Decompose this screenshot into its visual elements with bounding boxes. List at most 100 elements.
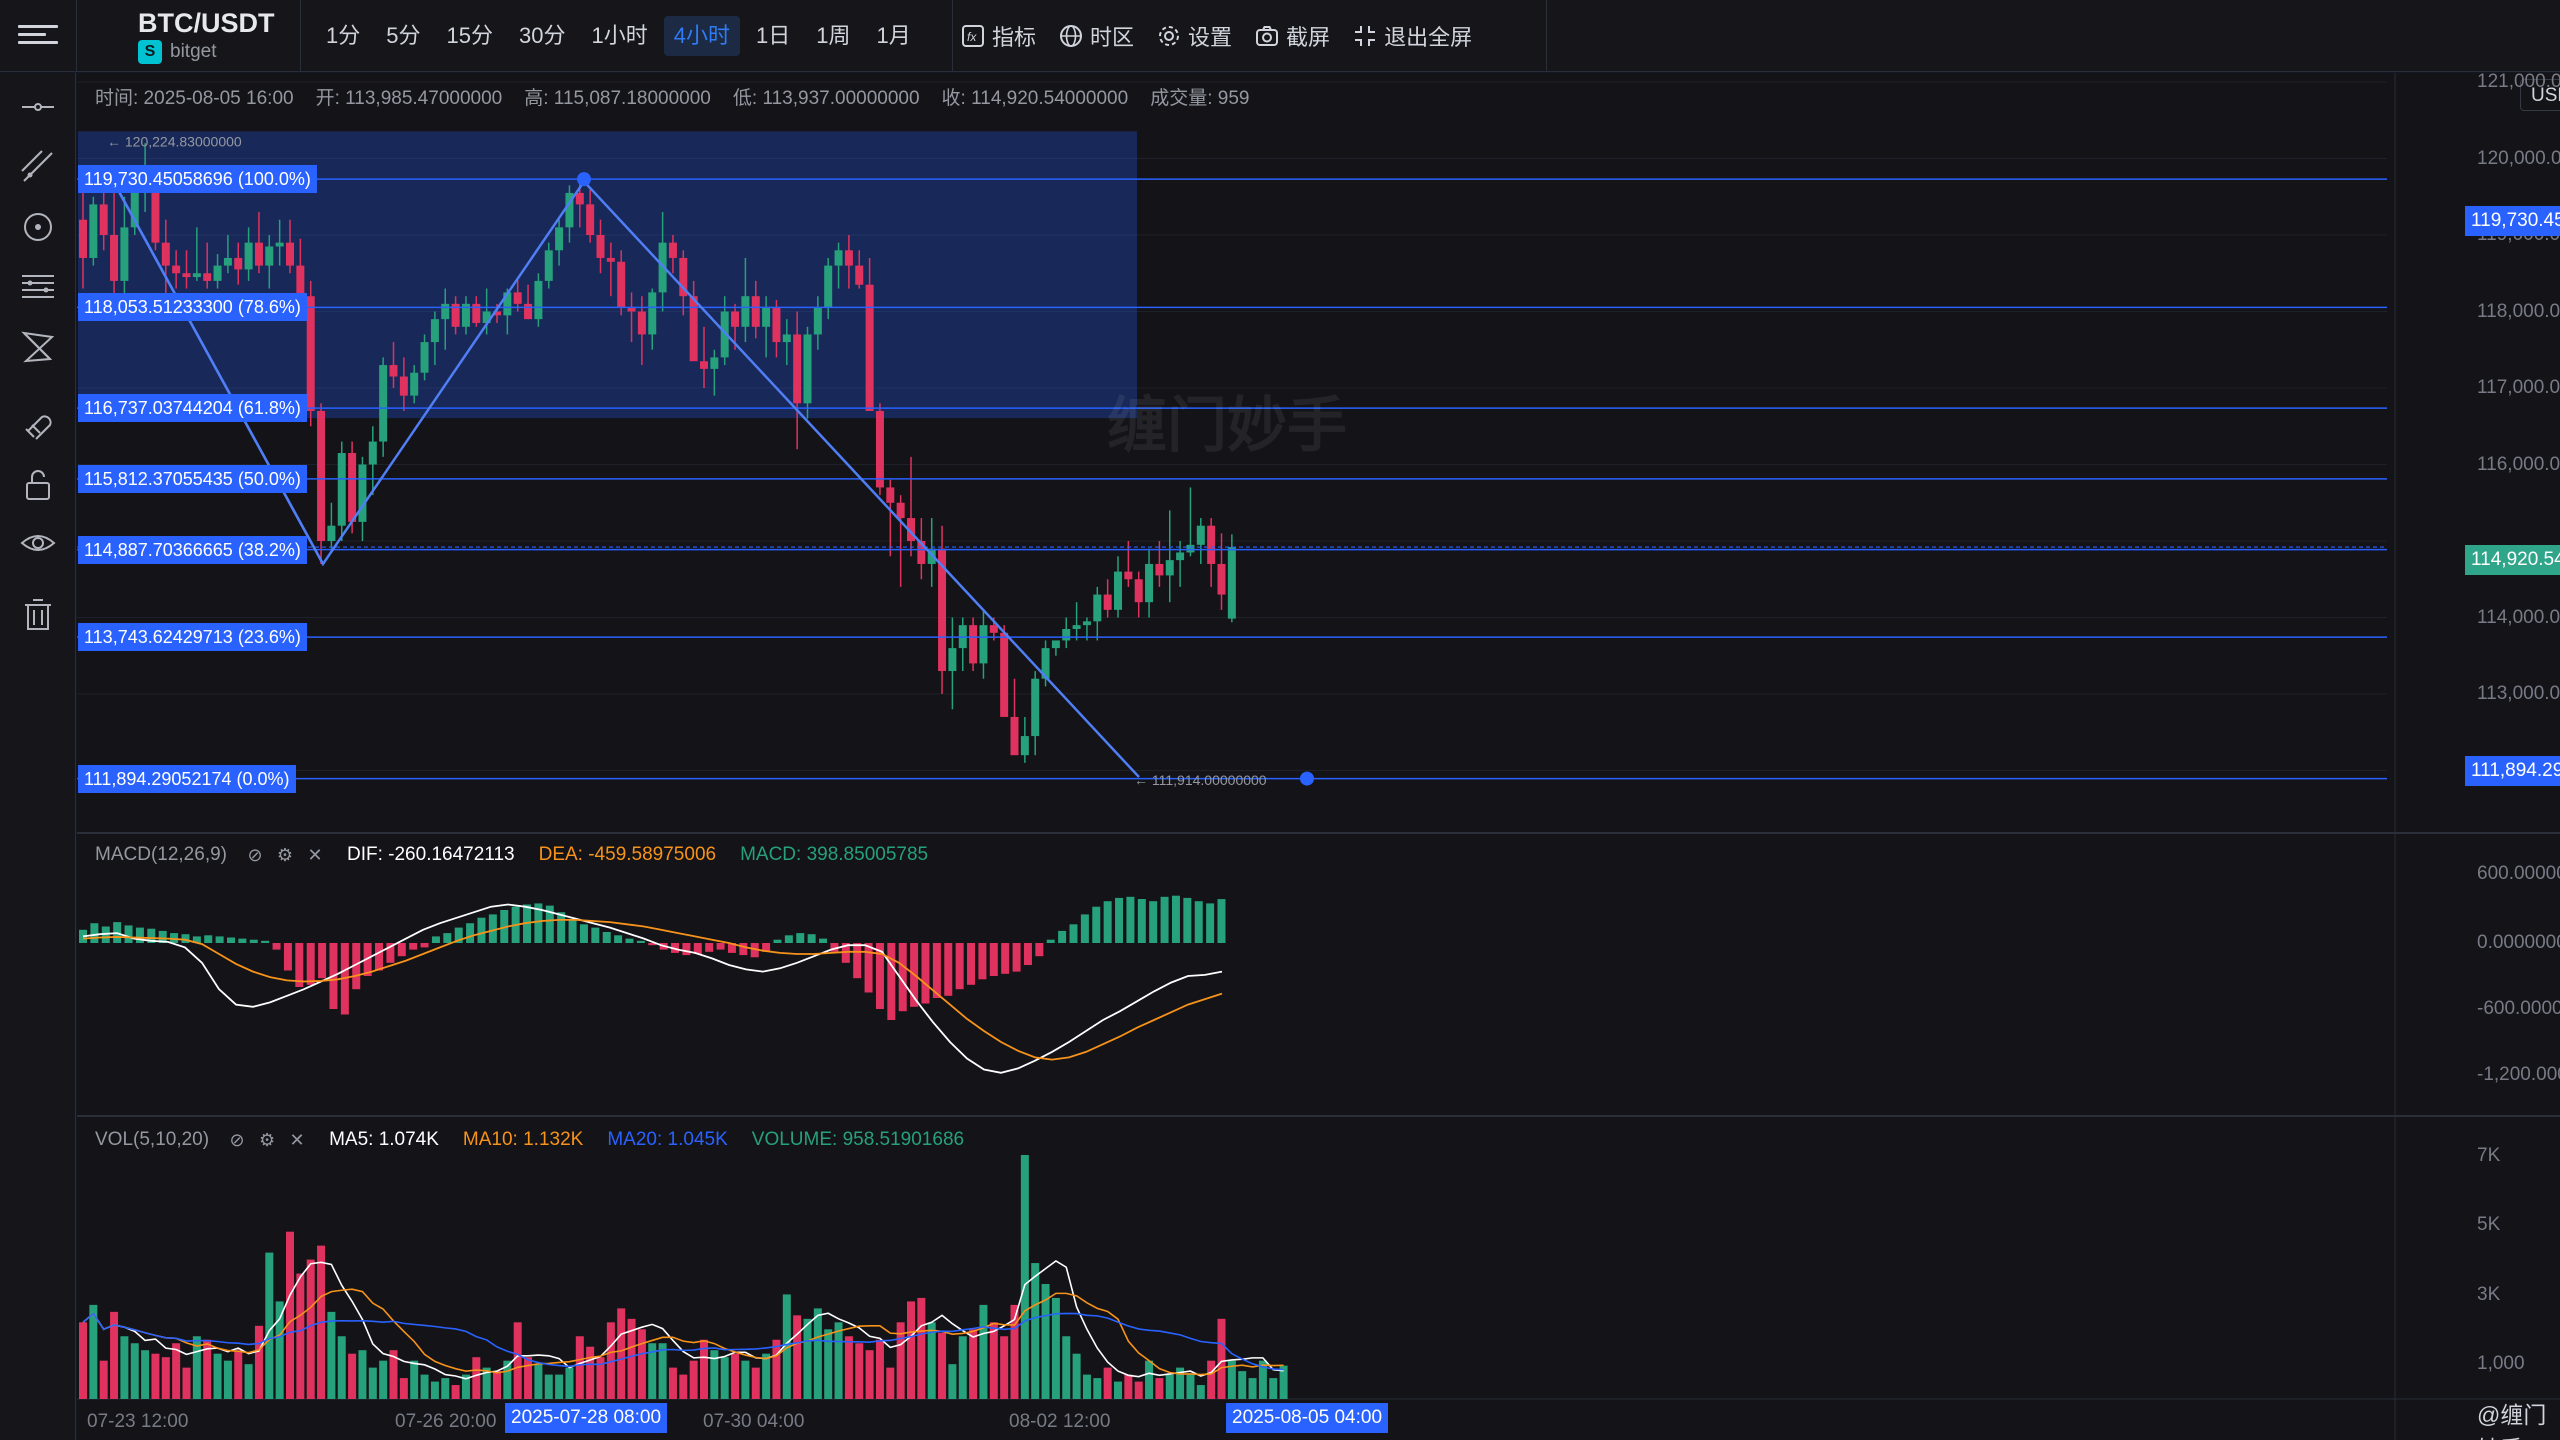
eye-icon[interactable]	[18, 523, 58, 563]
macd-bar	[1046, 939, 1055, 943]
candle-body	[575, 192, 584, 205]
interval-tab[interactable]: 1日	[746, 16, 800, 56]
volume-bar	[286, 1231, 294, 1399]
volume-bar	[555, 1374, 564, 1399]
close-icon[interactable]: ✕	[305, 845, 325, 865]
volume-bar	[741, 1360, 750, 1399]
price-axis-label: 118,000.00000000	[2477, 300, 2560, 322]
volume-bar	[544, 1374, 553, 1399]
volume-bar	[637, 1329, 646, 1399]
volume-bar	[223, 1360, 232, 1399]
pattern-tool-icon[interactable]	[18, 327, 58, 367]
macd-axis-label: -600.00000000	[2477, 998, 2560, 1019]
screenshot-button[interactable]: 截屏	[1254, 16, 1330, 56]
candle-body	[700, 361, 708, 369]
volume-axis-label: 1,000	[2477, 1353, 2525, 1374]
candle-body	[989, 625, 998, 633]
vol-header: VOL(5,10,20) ⊘ ⚙ ✕ MA5: 1.074K MA10: 1.1…	[95, 1125, 976, 1155]
volume-bar	[1020, 1155, 1029, 1399]
interval-tab[interactable]: 5分	[376, 16, 430, 56]
last-price-tag: 114,920.54000000	[2465, 545, 2560, 575]
gear-icon[interactable]: ⚙	[275, 845, 295, 865]
candle-body	[1217, 563, 1226, 595]
candle-body	[875, 410, 884, 488]
hide-eye-icon[interactable]: ⊘	[245, 845, 265, 865]
lock-icon[interactable]	[18, 465, 58, 505]
divider	[300, 0, 301, 72]
volume-bar	[130, 1343, 139, 1399]
volume-bar	[265, 1252, 274, 1399]
volume-bar	[327, 1311, 336, 1399]
timezone-button[interactable]: 时区	[1058, 16, 1134, 56]
candle-body	[244, 242, 253, 270]
macd-axis-label: 0.00000000	[2477, 932, 2560, 953]
interval-tab[interactable]: 1小时	[581, 16, 657, 56]
magnet-icon[interactable]	[18, 405, 58, 445]
fib-level-label[interactable]: 116,737.03744204 (61.8%)	[78, 394, 307, 423]
candle-body	[213, 265, 222, 281]
interval-tab[interactable]: 1月	[866, 16, 920, 56]
ohlc-info: 时间: 2025-08-05 16:00 开: 113,985.47000000 高…	[95, 83, 1271, 110]
candle-body	[979, 625, 988, 664]
symbol-title[interactable]: BTC/USDT	[138, 8, 275, 39]
candle-body	[751, 296, 760, 327]
candle-body	[813, 307, 822, 335]
volume-bar	[1248, 1378, 1257, 1399]
volume-bar	[803, 1318, 812, 1399]
hide-eye-icon[interactable]: ⊘	[227, 1130, 247, 1150]
candle-body	[410, 372, 419, 396]
fib-level-label[interactable]: 115,812.37055435 (50.0%)	[78, 464, 307, 493]
fib-level-label[interactable]: 113,743.62429713 (23.6%)	[78, 623, 307, 652]
horizontal-line-icon[interactable]	[18, 87, 58, 127]
volume-bar	[875, 1339, 884, 1399]
volume-bar	[1031, 1263, 1040, 1399]
interval-tab[interactable]: 30分	[509, 16, 575, 56]
trash-icon[interactable]	[18, 595, 58, 635]
interval-tab[interactable]: 4小时	[663, 16, 740, 56]
candle-body	[855, 265, 864, 285]
menu-icon[interactable]	[18, 20, 58, 52]
macd-bar	[887, 943, 896, 1020]
volume-axis-label: 5K	[2477, 1214, 2501, 1235]
close-icon[interactable]: ✕	[287, 1130, 307, 1150]
candle-body	[1031, 678, 1040, 737]
chart-area[interactable]: ← 120,224.83000000 ← 111,914.00000000 缠门妙手…	[77, 71, 2560, 1440]
volume-bar	[296, 1273, 305, 1399]
macd-bar	[135, 927, 144, 943]
candle-body	[896, 502, 905, 519]
fib-level-label[interactable]: 119,730.45058696 (100.0%)	[78, 165, 317, 194]
candle-body	[555, 227, 564, 251]
chart-canvas[interactable]: ← 120,224.83000000 ← 111,914.00000000 缠门妙手	[77, 73, 2560, 1440]
ohlc-time: 时间: 2025-08-05 16:00	[95, 88, 294, 109]
fibonacci-tool-icon[interactable]	[18, 267, 58, 307]
trend-line-icon[interactable]	[18, 147, 58, 187]
fib-level-label[interactable]: 118,053.51233300 (78.6%)	[78, 293, 307, 322]
ohlc-close: 收: 114,920.54000000	[941, 88, 1129, 109]
exit-fullscreen-icon	[1355, 26, 1376, 46]
volume-bar	[399, 1378, 408, 1399]
macd-bar	[215, 936, 224, 943]
indicators-button[interactable]: fx 指标	[960, 16, 1036, 56]
interval-tab[interactable]: 1分	[316, 16, 370, 56]
interval-tab[interactable]: 15分	[437, 16, 503, 56]
candle-body	[1155, 563, 1164, 576]
candle-body	[358, 464, 367, 522]
macd-bar	[1194, 901, 1203, 943]
interval-tab[interactable]: 1周	[806, 16, 860, 56]
fib-level-label[interactable]: 111,894.29052174 (0.0%)	[78, 764, 296, 793]
fib-level-label[interactable]: 114,887.70366665 (38.2%)	[78, 535, 307, 564]
exit-fullscreen-button[interactable]: 退出全屏	[1352, 16, 1472, 56]
gear-icon[interactable]: ⚙	[257, 1130, 277, 1150]
volume-bar	[834, 1322, 843, 1399]
gear-icon	[1159, 26, 1180, 46]
volume-bar	[1145, 1360, 1154, 1399]
candle-body	[306, 296, 315, 411]
timezone-label: 时区	[1090, 25, 1135, 50]
candle-body	[399, 376, 408, 396]
volume-bar	[586, 1346, 595, 1399]
candle-body	[1062, 628, 1071, 641]
candle-body	[710, 357, 719, 369]
circle-tool-icon[interactable]	[18, 207, 58, 247]
macd-bar	[249, 939, 258, 943]
settings-button[interactable]: 设置	[1156, 16, 1232, 56]
